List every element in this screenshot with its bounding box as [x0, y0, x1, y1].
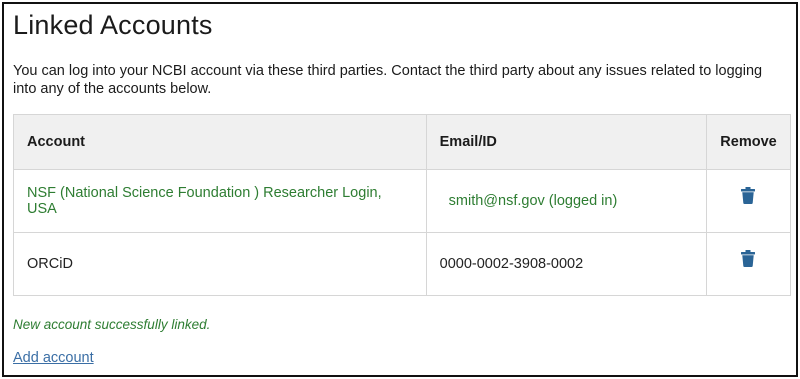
account-email-cell: 0000-0002-3908-0002	[425, 232, 707, 296]
account-name-cell: ORCiD	[13, 232, 427, 296]
table-row: ORCiD 0000-0002-3908-0002	[13, 232, 792, 296]
remove-cell	[705, 169, 792, 233]
status-message: New account successfully linked.	[13, 317, 211, 332]
linked-accounts-panel: Linked Accounts You can log into your NC…	[2, 2, 798, 377]
account-email-cell: smith@nsf.gov (logged in)	[425, 169, 707, 233]
intro-text: You can log into your NCBI account via t…	[13, 63, 763, 97]
remove-cell	[705, 232, 792, 296]
add-account-link[interactable]: Add account	[13, 350, 94, 366]
remove-account-button[interactable]	[741, 249, 756, 267]
account-name-cell: NSF (National Science Foundation ) Resea…	[13, 169, 427, 233]
linked-accounts-table: Account Email/ID Remove NSF (National Sc…	[13, 114, 792, 296]
column-header-account: Account	[13, 114, 427, 170]
page-title: Linked Accounts	[13, 10, 213, 40]
remove-account-button[interactable]	[741, 186, 756, 204]
table-header-row: Account Email/ID Remove	[13, 114, 792, 170]
column-header-remove: Remove	[705, 114, 792, 170]
trash-icon[interactable]	[741, 186, 756, 204]
table-row: NSF (National Science Foundation ) Resea…	[13, 169, 792, 233]
trash-icon[interactable]	[741, 249, 756, 267]
column-header-email: Email/ID	[425, 114, 707, 170]
